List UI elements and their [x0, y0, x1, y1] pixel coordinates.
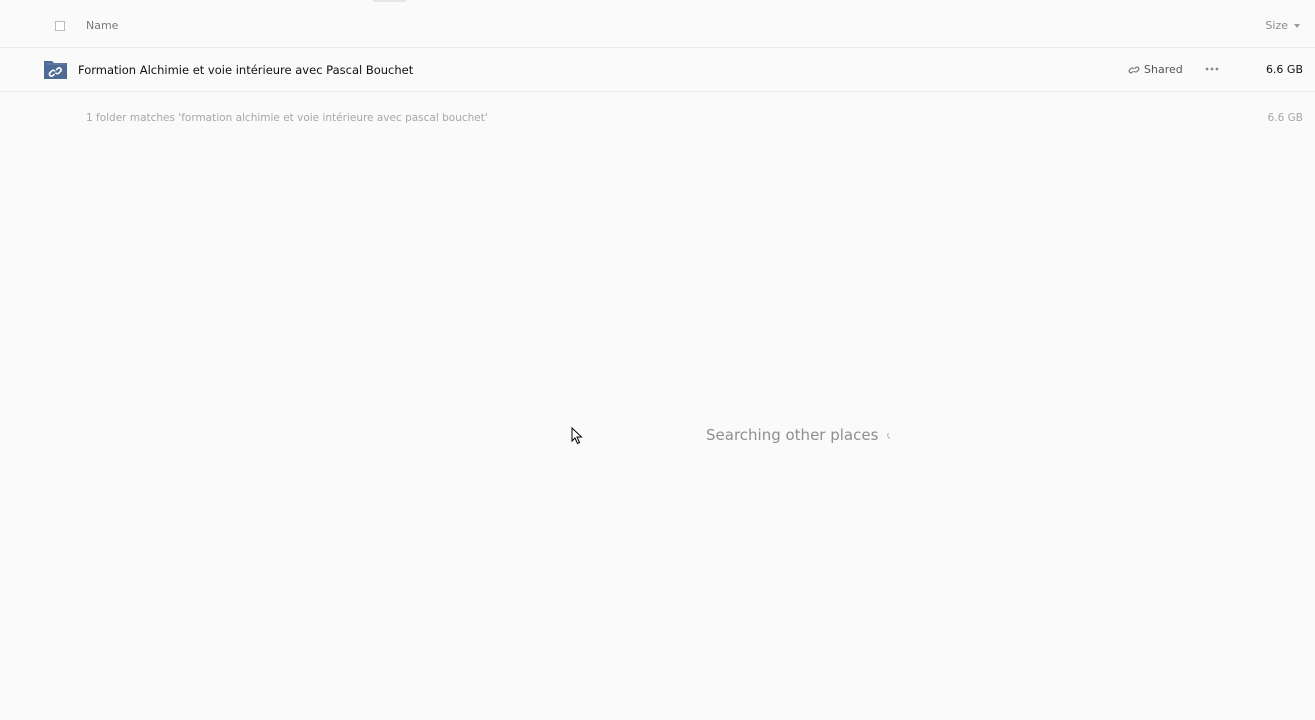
shared-indicator[interactable]: Shared: [1128, 63, 1183, 76]
link-icon: [1128, 66, 1140, 73]
file-name-link[interactable]: Formation Alchimie et voie intérieure av…: [78, 63, 413, 77]
search-summary: 1 folder matches 'formation alchimie et …: [86, 112, 488, 124]
searching-status: Searching other places: [706, 426, 896, 444]
size-column-header[interactable]: Size: [1265, 19, 1300, 32]
searching-text: Searching other places: [706, 426, 879, 444]
mouse-cursor-icon: [571, 427, 583, 445]
name-column-header[interactable]: Name: [86, 19, 118, 32]
shared-folder-icon: [44, 61, 67, 79]
ellipsis-icon: [1205, 67, 1219, 71]
select-all-checkbox[interactable]: [55, 21, 65, 31]
table-row[interactable]: Formation Alchimie et voie intérieure av…: [0, 48, 1315, 92]
more-options-button[interactable]: [1204, 61, 1220, 77]
file-size: 6.6 GB: [1265, 63, 1303, 76]
sort-caret-down-icon: [1294, 24, 1300, 28]
loading-spinner-icon: [887, 432, 891, 439]
shared-label: Shared: [1144, 63, 1183, 76]
file-list-page: Name Size Formation Alchimie et voie int…: [0, 0, 1315, 720]
list-header: Name Size: [0, 0, 1315, 48]
size-column-label: Size: [1265, 19, 1288, 32]
search-summary-size: 6.6 GB: [1267, 112, 1303, 124]
